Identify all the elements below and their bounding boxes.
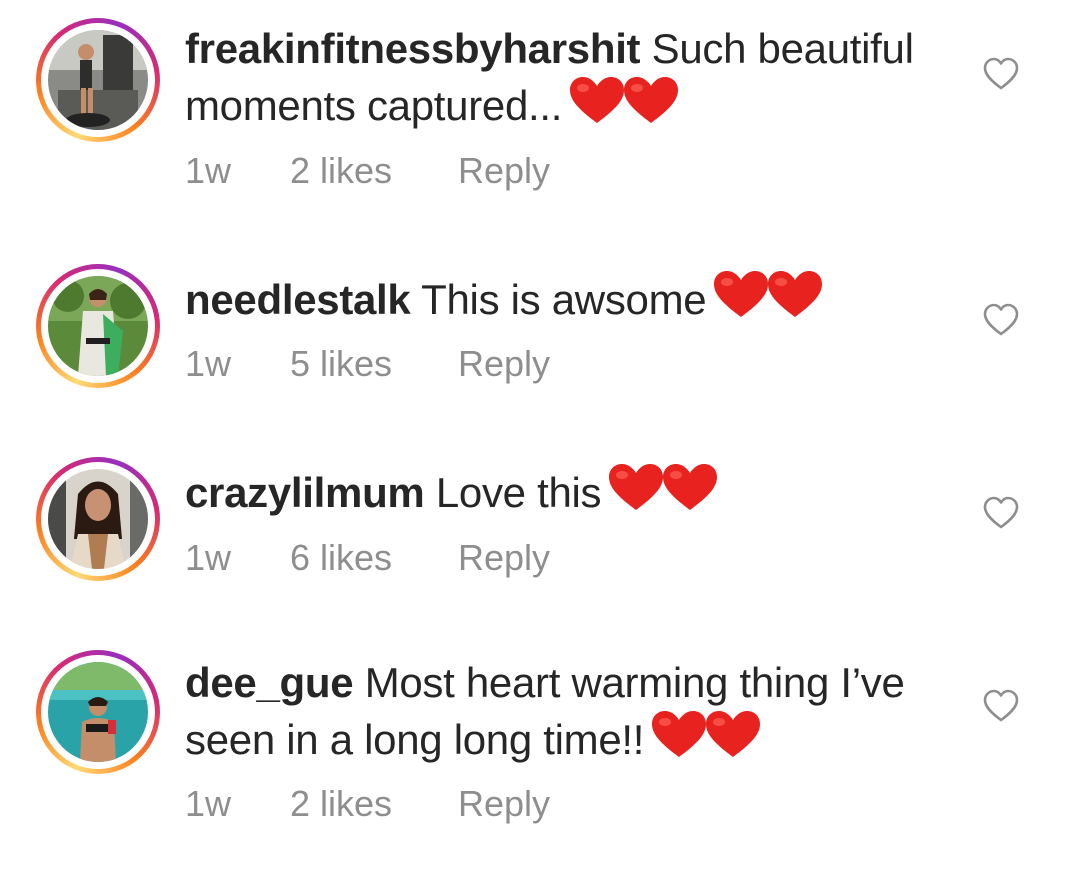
avatar-photo xyxy=(48,276,148,376)
heart-emoji xyxy=(607,463,718,526)
avatar-photo xyxy=(48,469,148,569)
comment-likes[interactable]: 5 likes xyxy=(290,343,458,385)
reply-button[interactable]: Reply xyxy=(458,783,550,825)
heart-emoji xyxy=(650,710,761,773)
heart-outline-icon[interactable] xyxy=(983,689,1019,723)
heart-outline-icon[interactable] xyxy=(983,496,1019,530)
comment-text: This is awsome xyxy=(421,276,707,323)
comment-likes[interactable]: 2 likes xyxy=(290,783,458,825)
comment-time: 1w xyxy=(185,343,232,384)
comment-time: 1w xyxy=(185,783,232,824)
comment-time: 1w xyxy=(185,537,232,578)
comment-username[interactable]: crazylilmum xyxy=(185,469,425,516)
avatar[interactable] xyxy=(36,457,160,581)
avatar-photo xyxy=(48,662,148,762)
comment-item: dee_gue Most heart warming thing I’ve se… xyxy=(0,0,1080,824)
comment-username[interactable]: needlestalk xyxy=(185,276,411,323)
comment-username[interactable]: dee_gue xyxy=(185,659,354,706)
comment-likes[interactable]: 6 likes xyxy=(290,537,458,579)
comment-text: Love this xyxy=(435,469,602,516)
reply-button[interactable]: Reply xyxy=(458,537,550,579)
avatar[interactable] xyxy=(36,650,160,774)
heart-outline-icon[interactable] xyxy=(983,303,1019,337)
reply-button[interactable]: Reply xyxy=(458,343,550,385)
avatar[interactable] xyxy=(36,264,160,388)
heart-emoji xyxy=(712,270,823,333)
